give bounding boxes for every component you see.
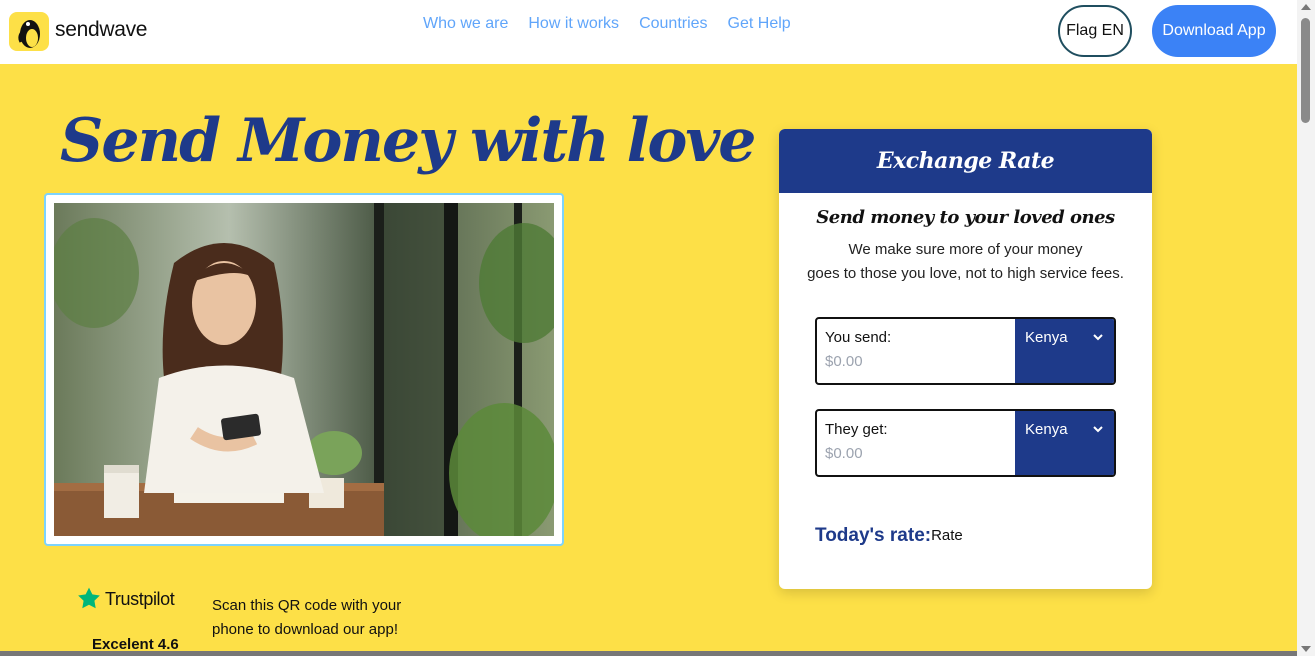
scroll-up-arrow-icon[interactable]: [1301, 4, 1311, 10]
scroll-thumb[interactable]: [1301, 18, 1310, 123]
card-description-line-2: goes to those you love, not to high serv…: [807, 265, 1124, 282]
woman-using-phone-photo: [54, 203, 554, 536]
exchange-rate-card: Exchange Rate Send money to your loved o…: [779, 129, 1152, 589]
card-subtitle: Send money to your loved ones: [816, 207, 1115, 228]
you-send-label: You send:: [825, 329, 892, 346]
chevron-down-icon: [1093, 426, 1103, 433]
nav-link-get-help[interactable]: Get Help: [728, 15, 791, 33]
card-header: Exchange Rate: [779, 129, 1152, 193]
sendwave-logo-icon[interactable]: [9, 12, 49, 51]
nav-link-who-we-are[interactable]: Who we are: [423, 15, 508, 33]
send-country-select[interactable]: Kenya: [1015, 319, 1114, 383]
horizontal-scrollbar[interactable]: [0, 651, 1297, 656]
qr-code-text: Scan this QR code with your phone to dow…: [212, 597, 402, 638]
download-app-button[interactable]: Download App: [1152, 5, 1276, 57]
hero-title: Send Money with love: [60, 106, 756, 176]
main-nav: Who we are How it works Countries Get He…: [423, 15, 791, 33]
card-title: Exchange Rate: [876, 148, 1055, 174]
you-send-amount-input[interactable]: $0.00: [825, 353, 863, 370]
hero-photo-frame: [44, 193, 564, 546]
they-get-amount-input[interactable]: $0.00: [825, 445, 863, 462]
site-header: sendwave Who we are How it works Countri…: [0, 0, 1297, 64]
card-description-line-1: We make sure more of your money: [848, 241, 1083, 258]
get-country-value: Kenya: [1025, 421, 1068, 438]
todays-rate-label: Today's rate:: [815, 525, 932, 546]
trustpilot-star-icon: [78, 587, 100, 609]
trustpilot-logo[interactable]: Trustpilot: [76, 586, 175, 612]
trustpilot-name: Trustpilot: [105, 588, 175, 609]
chevron-down-icon: [1093, 334, 1103, 341]
you-send-field[interactable]: You send: $0.00 Kenya: [815, 317, 1116, 385]
brand-name[interactable]: sendwave: [55, 18, 147, 42]
nav-link-countries[interactable]: Countries: [639, 15, 707, 33]
vertical-scrollbar[interactable]: [1297, 0, 1315, 656]
they-get-field[interactable]: They get: $0.00 Kenya: [815, 409, 1116, 477]
todays-rate-value: Rate: [931, 527, 963, 544]
todays-rate: Today's rate: Rate: [815, 525, 963, 547]
scroll-down-arrow-icon[interactable]: [1301, 646, 1311, 652]
language-button[interactable]: Flag EN: [1058, 5, 1132, 57]
they-get-label: They get:: [825, 421, 888, 438]
get-country-select[interactable]: Kenya: [1015, 411, 1114, 475]
card-description: We make sure more of your money goes to …: [779, 238, 1152, 286]
send-country-value: Kenya: [1025, 329, 1068, 346]
nav-link-how-it-works[interactable]: How it works: [528, 15, 619, 33]
